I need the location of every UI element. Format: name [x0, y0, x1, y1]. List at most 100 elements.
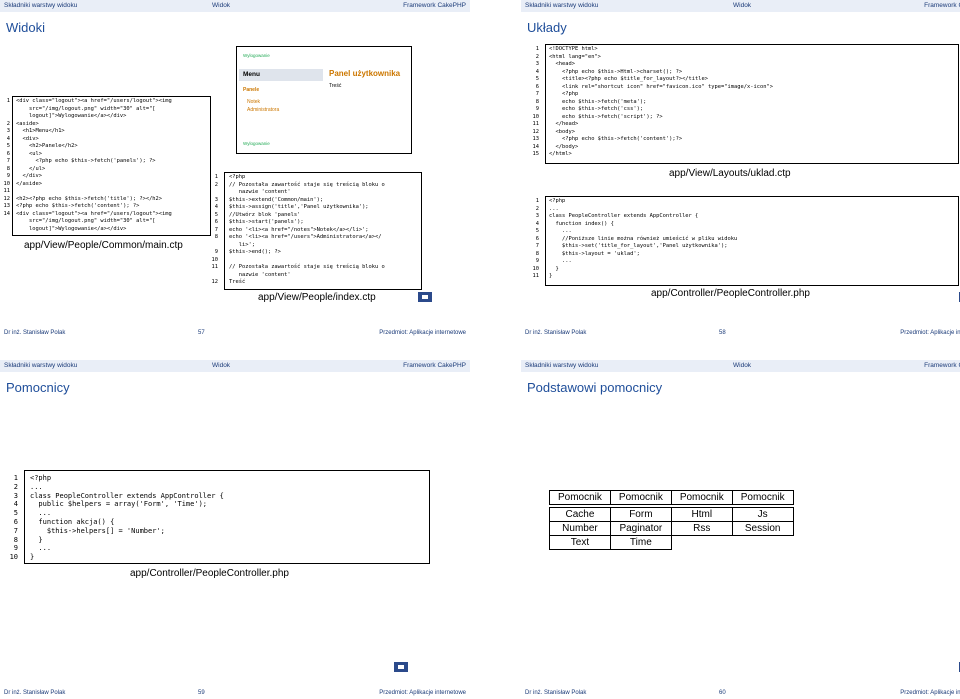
line-number: 5 — [6, 143, 10, 149]
header-subsection: Widok — [212, 2, 231, 9]
line-number: 10 — [3, 180, 11, 187]
university-logo-icon — [394, 662, 408, 672]
code-line: } — [30, 553, 35, 562]
table-header-cell: Pomocnik — [670, 490, 733, 505]
line-number: 3 — [535, 61, 539, 67]
line-numbers: 12 345678 9 10 11 12 — [208, 174, 219, 287]
code-line: ... — [30, 482, 43, 491]
code-line: echo '<li><a href="/users">Administrator… — [229, 234, 382, 240]
code-line: ... — [30, 544, 52, 553]
table-header-cell: Pomocnik — [731, 490, 794, 505]
table-cell: Text — [549, 535, 611, 550]
line-number — [208, 189, 218, 197]
code-caption: app/View/People/index.ctp — [258, 292, 376, 303]
line-number: 9 — [13, 544, 18, 553]
line-number: 7 — [535, 243, 539, 249]
header-subsection: Widok — [733, 362, 752, 369]
line-number: 14 — [3, 210, 11, 217]
panels-heading: Panele — [243, 87, 260, 93]
code-line: ... — [30, 509, 52, 518]
slide-title: Widoki — [6, 20, 46, 35]
code-line: } — [549, 273, 553, 279]
table-row: Number Paginator Rss Session — [549, 521, 794, 536]
slide-footer: Dr inż. Stanisław Polak 58 Przedmiot: Ap… — [521, 327, 960, 339]
line-number: 10 — [532, 113, 540, 120]
code-lines: <?php... class PeopleController extends A… — [30, 474, 224, 562]
code-line: <?php echo $this->fetch('panels'); ?> — [16, 158, 156, 164]
line-numbers: 1 2 3 4 5 6 7 8 9 10 11 12 13 14 15 — [529, 46, 540, 159]
table-cell — [732, 536, 793, 550]
line-number: 14 — [532, 143, 540, 150]
code-line: echo $this->fetch('script'); ?> — [549, 113, 663, 120]
code-line: ... — [549, 228, 572, 234]
code-line: $this->set('title_for_layout','Panel uży… — [549, 243, 728, 249]
code-line: <?php echo $this->fetch('content');?> — [549, 136, 683, 142]
code-line: </head> — [549, 121, 579, 127]
line-number: 11 — [211, 264, 219, 270]
code-line: src="/img/logout.png" width="30" alt="[ — [16, 218, 156, 224]
line-number: 5 — [13, 509, 18, 518]
line-number: 4 — [13, 500, 18, 509]
line-number — [208, 272, 218, 280]
line-number: 8 — [214, 234, 218, 240]
code-lines: <?php... class PeopleController extends A… — [549, 198, 737, 281]
slide-title: Pomocnicy — [6, 380, 70, 395]
header-title: Framework CakePHP — [924, 2, 960, 9]
table-row: Cache Form Html Js — [549, 507, 794, 522]
line-number: 4 — [535, 68, 539, 75]
code-line: ... — [549, 205, 559, 212]
line-number: 8 — [13, 535, 18, 544]
footer-author: Dr inż. Stanisław Polak — [4, 330, 66, 336]
code-line: </html> — [549, 151, 572, 157]
code-line: </aside> — [16, 180, 42, 187]
line-number: 1 — [535, 46, 539, 52]
content-text: Treść — [329, 83, 342, 89]
line-number: 12 — [532, 128, 540, 135]
line-number: 5 — [535, 228, 539, 234]
panel-item-notes[interactable]: Notek — [247, 99, 260, 105]
line-number: 9 — [6, 173, 10, 179]
code-line: <?php echo $this->Html->charset(); ?> — [549, 68, 683, 75]
code-caption: app/Controller/PeopleController.php — [651, 288, 810, 299]
line-number: 11 — [532, 121, 540, 127]
table-header-cell: Pomocnik — [549, 490, 611, 505]
line-number: 5 — [214, 211, 218, 218]
line-number — [0, 218, 10, 226]
code-line: $this->layout = 'uklad'; — [549, 250, 640, 257]
footer-subject: Przedmiot: Aplikacje internetowe — [900, 330, 960, 336]
code-line: public $helpers = array('Form', 'Time'); — [30, 500, 208, 509]
code-line: <div class="logout"><a href="/users/logo… — [16, 210, 172, 217]
code-line: <?php — [30, 474, 52, 482]
slide-60: Składniki warstwy widoku Widok Framework… — [521, 360, 960, 699]
code-line: <!DOCTYPE html> — [549, 46, 598, 52]
code-line: $this->extend('Common/main'); — [229, 196, 324, 203]
table-cell: Html — [670, 507, 733, 522]
table-header-row: Pomocnik Pomocnik Pomocnik Pomocnik — [549, 490, 794, 505]
code-line: class PeopleController extends AppContro… — [549, 213, 699, 219]
page-number: 57 — [198, 330, 205, 336]
code-line: logout]">Wylogowanie</a></div> — [16, 113, 127, 119]
code-lines: <div class="logout"><a href="/users/logo… — [16, 98, 172, 233]
code-line: <div class="logout"><a href="/users/logo… — [16, 98, 172, 104]
line-number: 1 — [13, 474, 18, 482]
code-line: $this->assign('title','Panel użytkownika… — [229, 204, 369, 210]
slide-footer: Dr inż. Stanisław Polak 57 Przedmiot: Ap… — [0, 327, 470, 339]
table-cell: Form — [609, 507, 672, 522]
code-line: //Poniższe linie można również umieścić … — [549, 235, 738, 242]
code-line: echo $this->fetch('meta'); — [549, 98, 647, 105]
line-number: 7 — [535, 91, 539, 97]
table-cell: Js — [731, 507, 794, 522]
footer-subject: Przedmiot: Aplikacje internetowe — [379, 690, 466, 696]
line-number: 3 — [535, 213, 539, 219]
line-number: 1 — [6, 98, 10, 104]
panel-item-admin[interactable]: Administratora — [247, 107, 279, 113]
slide-footer: Dr inż. Stanisław Polak 60 Przedmiot: Ap… — [521, 687, 960, 699]
page-number: 58 — [719, 330, 726, 336]
line-number: 2 — [535, 205, 539, 212]
code-line: <h2>Panele</h2> — [16, 143, 78, 149]
code-line: function akcja() { — [30, 517, 115, 526]
code-line: nazwie 'content' — [229, 271, 291, 278]
code-line: li>'; — [229, 241, 255, 248]
footer-author: Dr inż. Stanisław Polak — [525, 330, 587, 336]
